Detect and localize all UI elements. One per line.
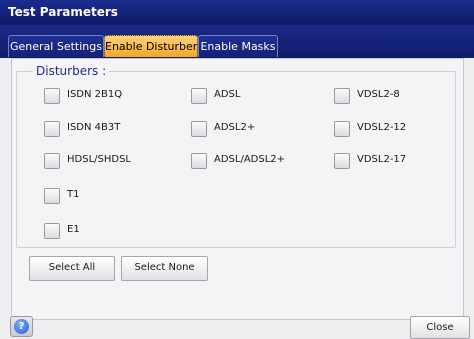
bottom-bar (0, 320, 474, 339)
checkbox-label: ISDN 2B1Q (67, 89, 123, 100)
checkbox-label: VDSL2-8 (357, 89, 400, 100)
disturbers-group-title: Disturbers : (33, 64, 110, 78)
close-button[interactable]: Close (410, 316, 470, 339)
checkbox-box[interactable] (44, 188, 60, 204)
help-icon: ? (14, 319, 29, 334)
tab-strip: General Settings Enable Disturbers Enabl… (0, 25, 474, 58)
test-parameters-window: Test Parameters General Settings Enable … (0, 0, 474, 339)
tab-enable-disturbers[interactable]: Enable Disturbers (104, 35, 203, 57)
checkbox-label: VDSL2-17 (357, 154, 407, 165)
help-button[interactable]: ? (10, 316, 33, 337)
checkbox-box[interactable] (44, 121, 60, 137)
checkbox-box[interactable] (191, 88, 207, 104)
checkbox-label: E1 (67, 224, 80, 235)
checkbox-box[interactable] (191, 121, 207, 137)
select-none-button[interactable]: Select None (121, 256, 208, 281)
checkbox-label: ADSL2+ (214, 122, 256, 133)
window-title: Test Parameters (0, 0, 474, 25)
checkbox-box[interactable] (191, 153, 207, 169)
checkbox-box[interactable] (44, 153, 60, 169)
checkbox-label: ADSL/ADSL2+ (214, 154, 286, 165)
checkbox-box[interactable] (44, 88, 60, 104)
checkbox-label: ADSL (214, 89, 241, 100)
tab-enable-masks[interactable]: Enable Masks (198, 35, 278, 57)
select-all-button[interactable]: Select All (29, 256, 115, 281)
checkbox-box[interactable] (44, 223, 60, 239)
checkbox-box[interactable] (334, 153, 350, 169)
checkbox-box[interactable] (334, 88, 350, 104)
checkbox-label: T1 (67, 189, 80, 200)
checkbox-label: ISDN 4B3T (67, 122, 121, 133)
checkbox-box[interactable] (334, 121, 350, 137)
checkbox-label: HDSL/SHDSL (67, 154, 131, 165)
checkbox-label: VDSL2-12 (357, 122, 407, 133)
tab-general-settings[interactable]: General Settings (8, 35, 104, 57)
